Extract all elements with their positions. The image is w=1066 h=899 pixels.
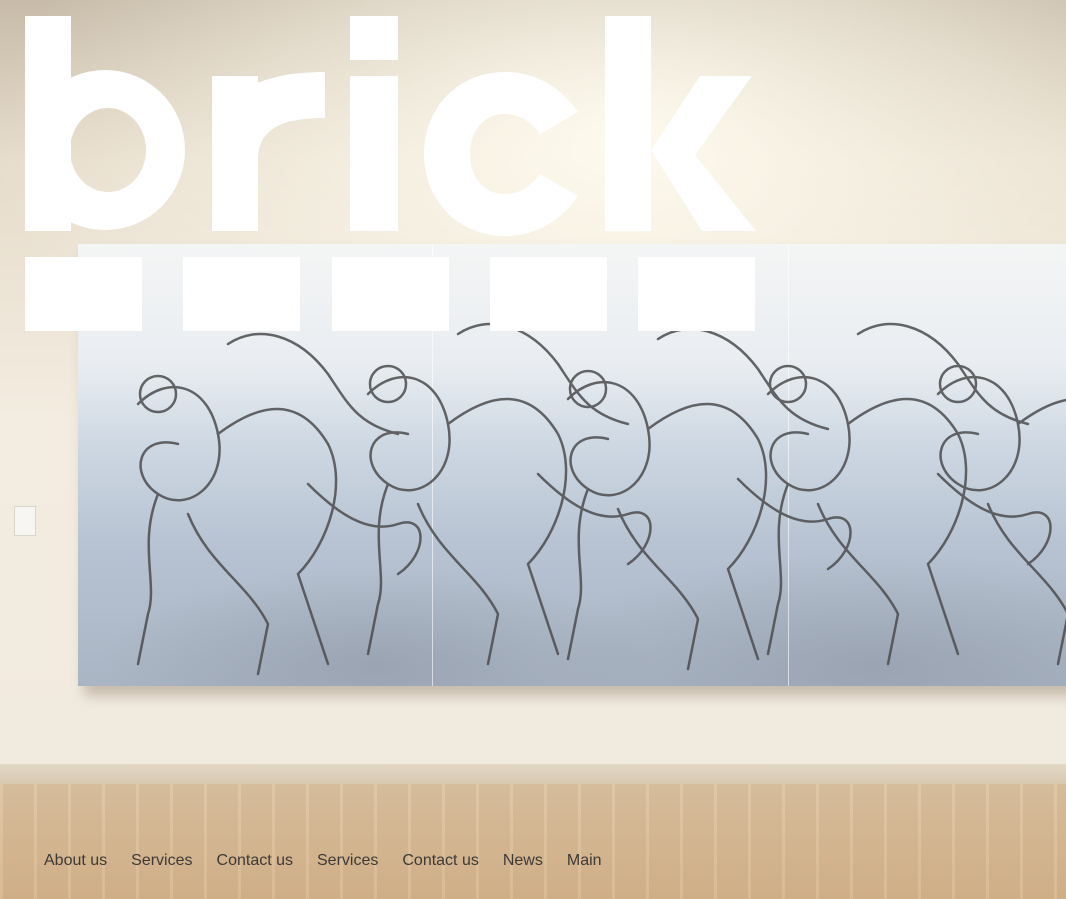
- nav-item-contact-us[interactable]: Contact us: [217, 850, 293, 872]
- nav-item-main[interactable]: Main: [567, 850, 602, 872]
- brick-logo[interactable]: [0, 0, 760, 335]
- wall-label-card: [14, 506, 36, 536]
- nav-item-about-us[interactable]: About us: [44, 850, 107, 872]
- nav-item-services[interactable]: Services: [131, 850, 192, 872]
- baseboard: [0, 764, 1066, 784]
- nav-item-contact-us-2[interactable]: Contact us: [402, 850, 478, 872]
- nav-item-services-2[interactable]: Services: [317, 850, 378, 872]
- main-navigation: About us Services Contact us Services Co…: [44, 850, 626, 872]
- nav-item-news[interactable]: News: [503, 850, 543, 872]
- wooden-floor: [0, 784, 1066, 899]
